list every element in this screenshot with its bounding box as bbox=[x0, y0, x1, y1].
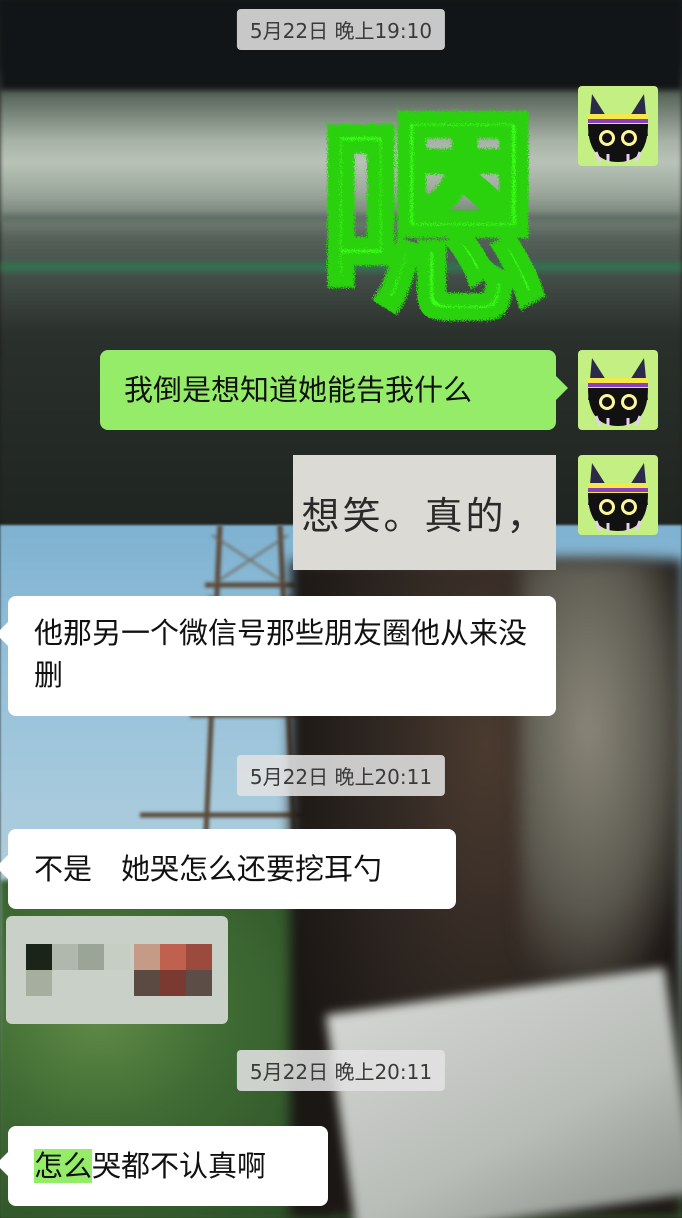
image-text: 想笑。真的， bbox=[301, 494, 548, 538]
image-message[interactable]: 想笑。真的， bbox=[293, 455, 556, 570]
incoming-message-bubble[interactable]: 他那另一个微信号那些朋友圈他从来没删 bbox=[0, 596, 556, 716]
cat-avatar-icon[interactable] bbox=[578, 86, 658, 166]
cat-avatar-icon[interactable] bbox=[578, 455, 658, 535]
incoming-message-bubble[interactable]: 怎么哭都不认真啊 bbox=[0, 1126, 328, 1206]
timestamp: 5月22日 晚上20:11 bbox=[236, 755, 446, 796]
outgoing-message-bubble[interactable]: 我倒是想知道她能告我什么 bbox=[100, 350, 568, 430]
grass-text-sticker[interactable]: 嗯 bbox=[312, 90, 552, 330]
timestamp: 5月22日 晚上19:10 bbox=[236, 9, 446, 50]
timestamp: 5月22日 晚上20:11 bbox=[236, 1050, 446, 1091]
cat-avatar-icon[interactable] bbox=[578, 350, 658, 430]
incoming-message-bubble[interactable]: 不是 她哭怎么还要挖耳勺 bbox=[0, 829, 456, 909]
message-text: 哭都不认真啊 bbox=[92, 1149, 267, 1183]
blurred-image[interactable] bbox=[6, 916, 228, 1024]
message-text: 不是 她哭怎么还要挖耳勺 bbox=[34, 852, 383, 886]
message-text: 我倒是想知道她能告我什么 bbox=[124, 373, 473, 407]
selected-text-highlight[interactable]: 怎么 bbox=[34, 1149, 93, 1183]
message-text: 他那另一个微信号那些朋友圈他从来没删 bbox=[34, 616, 528, 692]
sticker-text: 嗯 bbox=[317, 90, 547, 330]
